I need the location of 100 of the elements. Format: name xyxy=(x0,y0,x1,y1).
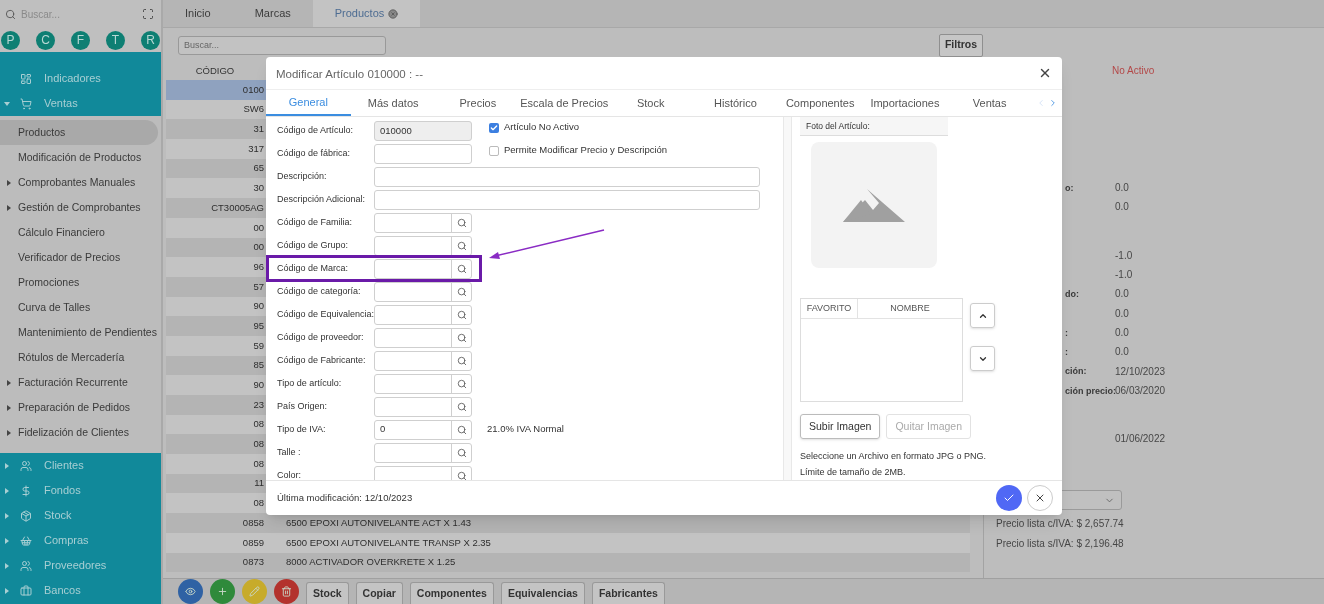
tab[interactable]: Precios xyxy=(435,90,521,116)
search-icon[interactable] xyxy=(456,447,467,458)
move-down-button[interactable] xyxy=(970,346,995,371)
confirm-button[interactable] xyxy=(996,485,1022,511)
move-up-button[interactable] xyxy=(970,303,995,328)
submenu-item[interactable]: Productos xyxy=(0,120,158,145)
tab[interactable]: Stock xyxy=(608,90,694,116)
submenu-item[interactable]: Curva de Talles xyxy=(0,295,158,320)
table-cell-text: 6500 EPOXI AUTONIVELANTE ACT X 1.43 xyxy=(285,515,471,530)
submenu-item[interactable]: Rótulos de Mercadería xyxy=(0,345,158,370)
search-icon[interactable] xyxy=(456,240,467,251)
cancel-button[interactable] xyxy=(1027,485,1053,511)
tab[interactable]: Histórico xyxy=(693,90,778,116)
shortcut-button[interactable]: R xyxy=(141,30,160,50)
checkbox[interactable] xyxy=(489,145,499,156)
shortcut-button[interactable]: P xyxy=(1,30,20,50)
submenu-item[interactable]: Modificación de Productos xyxy=(0,145,158,170)
submenu-item[interactable]: Cálculo Financiero xyxy=(0,220,158,245)
lookup-field[interactable] xyxy=(374,212,472,233)
submenu-item[interactable]: Comprobantes Manuales xyxy=(0,170,158,195)
lookup-field[interactable] xyxy=(374,350,472,371)
close-tab-icon[interactable] xyxy=(388,8,399,19)
submenu-item[interactable]: Promociones xyxy=(0,270,158,295)
view-button[interactable] xyxy=(178,579,203,604)
shortcut-button[interactable]: F xyxy=(71,30,90,50)
submenu-item[interactable]: Preparación de Pedidos xyxy=(0,395,158,420)
table-cell-text: 08 xyxy=(252,456,264,471)
shortcut-button[interactable]: C xyxy=(36,30,55,50)
tab[interactable]: Ventas xyxy=(947,90,1033,116)
lookup-field[interactable] xyxy=(374,465,472,480)
text-field[interactable] xyxy=(374,189,760,210)
table-row[interactable]: 0858 6500 EPOXI AUTONIVELANTE ACT X 1.43 xyxy=(166,513,970,533)
lookup-field[interactable] xyxy=(374,258,472,279)
tab[interactable]: Inicio xyxy=(163,0,233,27)
caret-right-icon xyxy=(5,204,12,211)
submenu-item[interactable]: Fidelización de Clientes xyxy=(0,420,158,445)
pencil-icon xyxy=(249,586,260,597)
menu-icon xyxy=(20,97,32,110)
table-cell-text: 00 xyxy=(252,240,264,255)
add-button[interactable] xyxy=(210,579,235,604)
toolbar-button[interactable]: Componentes xyxy=(409,582,494,604)
lookup-field[interactable] xyxy=(374,327,472,348)
search-icon[interactable] xyxy=(456,286,467,297)
field-label: Descripción Adicional: xyxy=(277,192,367,206)
tab[interactable]: Importaciones xyxy=(862,90,948,116)
delete-button[interactable] xyxy=(274,579,299,604)
tab[interactable]: Componentes xyxy=(777,90,863,116)
scrollbar[interactable] xyxy=(783,117,792,480)
tab[interactable]: General xyxy=(266,90,351,116)
shortcut-button[interactable]: T xyxy=(106,30,125,50)
search-icon[interactable] xyxy=(456,309,467,320)
toolbar-button[interactable]: Stock xyxy=(306,582,349,604)
menu-icon xyxy=(20,72,32,85)
table-cell-text: 96 xyxy=(252,259,264,274)
search-icon[interactable] xyxy=(456,355,467,366)
caret-right-icon xyxy=(3,537,10,544)
fullscreen-icon[interactable] xyxy=(142,8,154,20)
search-icon[interactable] xyxy=(456,470,467,480)
toolbar-button[interactable]: Equivalencias xyxy=(500,582,585,604)
text-field[interactable] xyxy=(374,143,472,164)
search-icon[interactable] xyxy=(456,424,467,435)
search-icon[interactable] xyxy=(456,401,467,412)
search-icon[interactable] xyxy=(456,217,467,228)
lookup-field[interactable]: 0 xyxy=(374,419,472,440)
search-field[interactable]: Buscar... xyxy=(178,35,386,55)
lookup-field[interactable] xyxy=(374,281,472,302)
detail-value: 01/06/2022 xyxy=(1115,432,1166,447)
search-icon[interactable] xyxy=(456,263,467,274)
lookup-field[interactable] xyxy=(374,373,472,394)
tab[interactable]: Escala de Precios xyxy=(520,90,609,116)
submenu-item[interactable]: Mantenimiento de Pendientes xyxy=(0,320,158,345)
toolbar-button[interactable]: Fabricantes xyxy=(591,582,665,604)
submenu-item[interactable]: Facturación Recurrente xyxy=(0,370,158,395)
detail-value: 0.0 xyxy=(1115,325,1129,340)
trash-icon xyxy=(281,586,292,597)
detail-value: 12/10/2023 xyxy=(1115,364,1166,379)
tab[interactable]: Marcas xyxy=(232,0,313,27)
lookup-field[interactable] xyxy=(374,442,472,463)
table-row[interactable]: 0859 6500 EPOXI AUTONIVELANTE TRANSP X 2.35 xyxy=(166,532,970,553)
table-cell-text: 6500 EPOXI AUTONIVELANTE TRANSP X 2.35 xyxy=(285,535,491,550)
field-label: País Origen: xyxy=(277,399,329,413)
text-field[interactable] xyxy=(374,166,760,187)
image-button[interactable]: Subir Imagen xyxy=(800,414,881,439)
field-label: Tipo de artículo: xyxy=(277,376,343,390)
filter-button[interactable]: Filtros xyxy=(938,33,983,57)
lookup-field[interactable] xyxy=(374,235,472,256)
table-row[interactable]: 0873 8000 ACTIVADOR OVERKRETE X 1.25 xyxy=(166,552,970,573)
toolbar-button[interactable]: Copiar xyxy=(355,582,403,604)
tab[interactable]: Más datos xyxy=(350,90,436,116)
submenu-item[interactable]: Gestión de Comprobantes xyxy=(0,195,158,220)
close-icon[interactable] xyxy=(1038,66,1052,80)
field-label: Código de Fabricante: xyxy=(277,353,367,367)
lookup-field[interactable] xyxy=(374,304,472,325)
search-icon[interactable] xyxy=(456,378,467,389)
search-icon[interactable] xyxy=(456,332,467,343)
field-label: Código de fábrica: xyxy=(277,146,352,160)
caret-down-icon xyxy=(3,100,10,107)
tab[interactable]: Productos xyxy=(312,0,421,27)
lookup-field[interactable] xyxy=(374,396,472,417)
submenu-item[interactable]: Verificador de Precios xyxy=(0,245,158,270)
